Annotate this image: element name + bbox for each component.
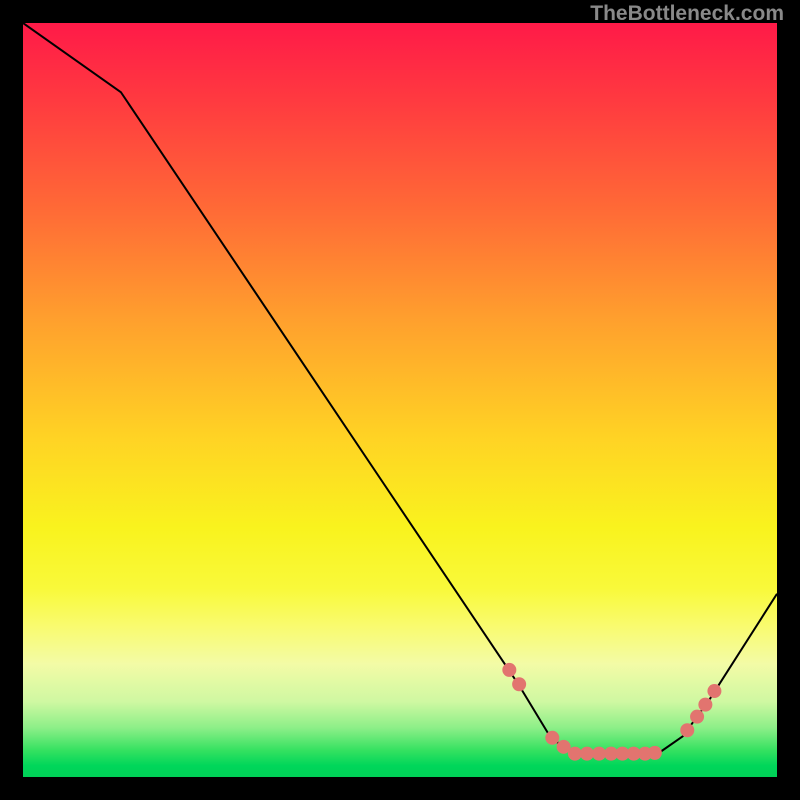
chart-background [23,23,777,777]
highlighted-point [512,677,526,691]
highlighted-point [502,663,516,677]
highlighted-point [648,746,662,760]
highlighted-point [592,747,606,761]
chart-plot-area [23,23,777,777]
chart-svg [23,23,777,777]
highlighted-point [690,710,704,724]
highlighted-point [680,723,694,737]
chart-stage: TheBottleneck.com [0,0,800,800]
highlighted-point [568,747,582,761]
highlighted-point [698,698,712,712]
highlighted-point [580,747,594,761]
highlighted-point [545,731,559,745]
highlighted-point [707,684,721,698]
